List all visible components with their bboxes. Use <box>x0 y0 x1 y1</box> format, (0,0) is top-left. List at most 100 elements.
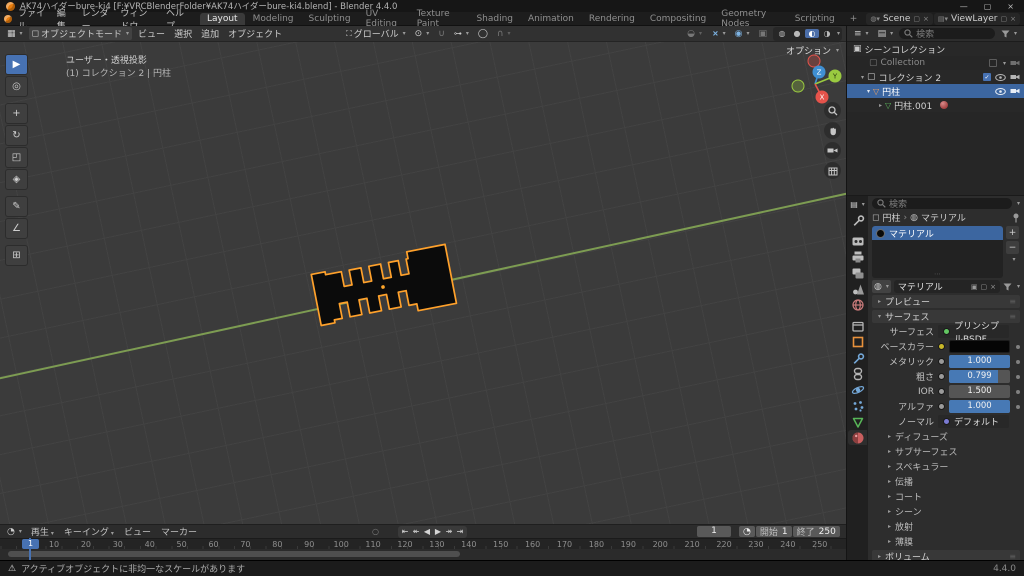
use-preview-range-button[interactable]: ◔ <box>739 526 755 537</box>
outliner-filter-dropdown[interactable]: ▾ <box>998 27 1020 40</box>
new-material-icon[interactable]: ▢ <box>980 283 987 291</box>
muzzle-brake-object[interactable] <box>310 243 458 329</box>
workspace-tab-animation[interactable]: Animation <box>521 13 581 25</box>
snap-toggle[interactable]: ∪ <box>435 27 448 40</box>
mode-dropdown[interactable]: ◻ オブジェクトモード ▾ <box>28 27 133 40</box>
tab-output[interactable] <box>848 249 867 264</box>
jump-to-start-button[interactable]: ⇤ <box>400 527 410 536</box>
animate-decorator[interactable] <box>1016 389 1020 394</box>
material-icon[interactable] <box>940 101 949 109</box>
material-slot-selected[interactable]: マテリアル <box>872 226 1003 240</box>
subpanel-transmission[interactable]: ▸ 伝播 <box>872 475 1020 488</box>
current-frame-indicator[interactable]: 1 <box>22 539 39 549</box>
properties-options-dropdown[interactable]: ▾ <box>1017 200 1020 207</box>
roughness-slider[interactable]: 0.799 <box>949 370 1010 383</box>
alpha-slider[interactable]: 1.000 <box>949 400 1010 413</box>
viewlayer-selector[interactable]: ▤▾ ViewLayer ▢ × <box>933 12 1020 25</box>
workspace-tab-rendering[interactable]: Rendering <box>582 13 642 25</box>
next-keyframe-button[interactable]: ↠ <box>444 527 454 536</box>
fake-user-icon[interactable]: ▣ <box>971 283 978 291</box>
unlink-icon[interactable]: × <box>990 283 996 291</box>
viewport-menu-select[interactable]: 選択 <box>171 27 195 40</box>
expand-icon[interactable]: ▾ <box>861 74 864 81</box>
subpanel-sheen[interactable]: ▸ シーン <box>872 505 1020 518</box>
viewport-3d[interactable]: ユーザー・透視投影 (1) コレクション 2 | 円柱 オプション ▾ ▶ ◎ +… <box>0 42 846 524</box>
tab-render[interactable] <box>848 233 867 248</box>
proportional-falloff-dropdown[interactable]: ∩ ▾ <box>494 27 514 40</box>
camera-view-button[interactable] <box>824 142 841 159</box>
close-button[interactable]: × <box>1007 2 1014 11</box>
slot-specials-dropdown[interactable]: ▾ <box>1008 256 1020 263</box>
scene-unlink-icon[interactable]: × <box>923 15 929 23</box>
row-scene-collection[interactable]: ▣ シーンコレクション <box>847 42 1024 56</box>
breadcrumb-material[interactable]: マテリアル <box>921 211 966 224</box>
collection-hide-icon[interactable]: ▾ <box>1003 60 1006 67</box>
viewport-menu-object[interactable]: オブジェクト <box>225 27 285 40</box>
viewport-menu-view[interactable]: ビュー <box>135 27 168 40</box>
scene-copy-icon[interactable]: ▢ <box>913 15 920 23</box>
jump-to-end-button[interactable]: ⇥ <box>455 527 465 536</box>
timeline-body[interactable]: 10 20 30 40 50 60 70 80 90 100 110 120 130 140 150 160 1… <box>0 538 846 560</box>
workspace-tab-layout[interactable]: Layout <box>199 12 245 25</box>
tool-scale[interactable]: ◰ <box>5 147 28 168</box>
timeline-menu-marker[interactable]: マーカー <box>157 525 201 538</box>
overlays-dropdown[interactable]: ◉ ▾ <box>732 27 753 40</box>
tab-modifiers[interactable] <box>848 350 867 365</box>
auto-keying-toggle[interactable]: ○ <box>372 527 379 536</box>
pin-icon[interactable] <box>1012 213 1020 223</box>
current-frame-field[interactable]: 1 <box>697 526 731 537</box>
scene-selector[interactable]: ◍▾ Scene ▢ × <box>866 12 933 25</box>
axis-neg-y-ball[interactable] <box>791 79 805 93</box>
shading-options-dropdown[interactable]: ▾ <box>837 30 840 37</box>
pan-hand-button[interactable] <box>824 122 841 139</box>
camera-icon[interactable] <box>1010 87 1020 95</box>
tab-tool[interactable] <box>848 212 867 227</box>
tab-physics[interactable] <box>848 382 867 397</box>
row-collection-2[interactable]: ▾ ▢ コレクション 2 ✓ <box>847 70 1024 84</box>
surface-shader-select[interactable]: プリンシプルBSDF <box>938 322 1009 345</box>
animate-decorator[interactable] <box>1016 404 1020 409</box>
base-color-swatch[interactable] <box>949 340 1010 353</box>
workspace-tab-shading[interactable]: Shading <box>469 13 520 25</box>
timeline-menu-playback[interactable]: 再生 ▾ <box>27 525 58 538</box>
tab-object[interactable] <box>848 334 867 349</box>
shading-material-preview-button[interactable]: ◐ <box>804 29 819 38</box>
subpanel-diffuse[interactable]: ▸ ディフューズ <box>872 430 1020 443</box>
tab-particles[interactable] <box>848 398 867 413</box>
outliner-search-input[interactable]: 検索 <box>899 28 995 40</box>
workspace-tab-sculpting[interactable]: Sculpting <box>302 13 358 25</box>
collection-checkbox[interactable] <box>988 59 997 67</box>
blender-menu-icon[interactable] <box>4 14 12 23</box>
frame-end-field[interactable]: 終了 250 <box>792 526 840 538</box>
play-reverse-button[interactable]: ◀ <box>422 527 432 536</box>
tab-object-data[interactable] <box>848 414 867 429</box>
shading-solid-button[interactable]: ● <box>790 29 804 38</box>
shading-rendered-button[interactable]: ◑ <box>820 29 834 38</box>
tool-select-tweak[interactable]: ▶ <box>5 54 28 75</box>
workspace-tab-modeling[interactable]: Modeling <box>246 13 301 25</box>
viewport-menu-add[interactable]: 追加 <box>198 27 222 40</box>
breadcrumb-object[interactable]: 円柱 <box>882 211 900 224</box>
subpanel-subsurface[interactable]: ▸ サブサーフェス <box>872 445 1020 458</box>
shading-wireframe-button[interactable]: ◍ <box>775 29 789 38</box>
object-visibility-dropdown[interactable]: ◒ ▾ <box>684 27 705 40</box>
tool-measure[interactable]: ∠ <box>5 218 28 239</box>
eye-icon[interactable] <box>995 73 1006 81</box>
zoom-button[interactable] <box>824 102 841 119</box>
prev-keyframe-button[interactable]: ↞ <box>411 527 421 536</box>
properties-editor-type-button[interactable]: ▤ ▾ <box>849 198 866 211</box>
properties-search-input[interactable]: 検索 <box>872 198 1012 210</box>
outliner-restriction-dropdown[interactable]: ▤ ▾ <box>875 27 897 40</box>
subpanel-thin-film[interactable]: ▸ 薄膜 <box>872 535 1020 548</box>
browse-material-button[interactable]: ◍ ▾ <box>872 280 891 293</box>
collection-2-checkbox[interactable]: ✓ <box>983 73 991 81</box>
panel-volume[interactable]: ▸ ボリューム ≡ <box>872 550 1020 560</box>
minimize-button[interactable]: — <box>960 2 968 11</box>
normal-select[interactable]: デフォルト <box>938 415 1009 428</box>
ior-slider[interactable]: 1.500 <box>949 385 1010 398</box>
transform-orientation-dropdown[interactable]: ⛶ グローバル ▾ <box>343 27 409 41</box>
viewlayer-remove-icon[interactable]: × <box>1010 15 1016 23</box>
workspace-tab-compositing[interactable]: Compositing <box>643 13 713 25</box>
viewlayer-copy-icon[interactable]: ▢ <box>1001 15 1008 23</box>
pivot-point-dropdown[interactable]: ⊙ ▾ <box>412 27 433 40</box>
